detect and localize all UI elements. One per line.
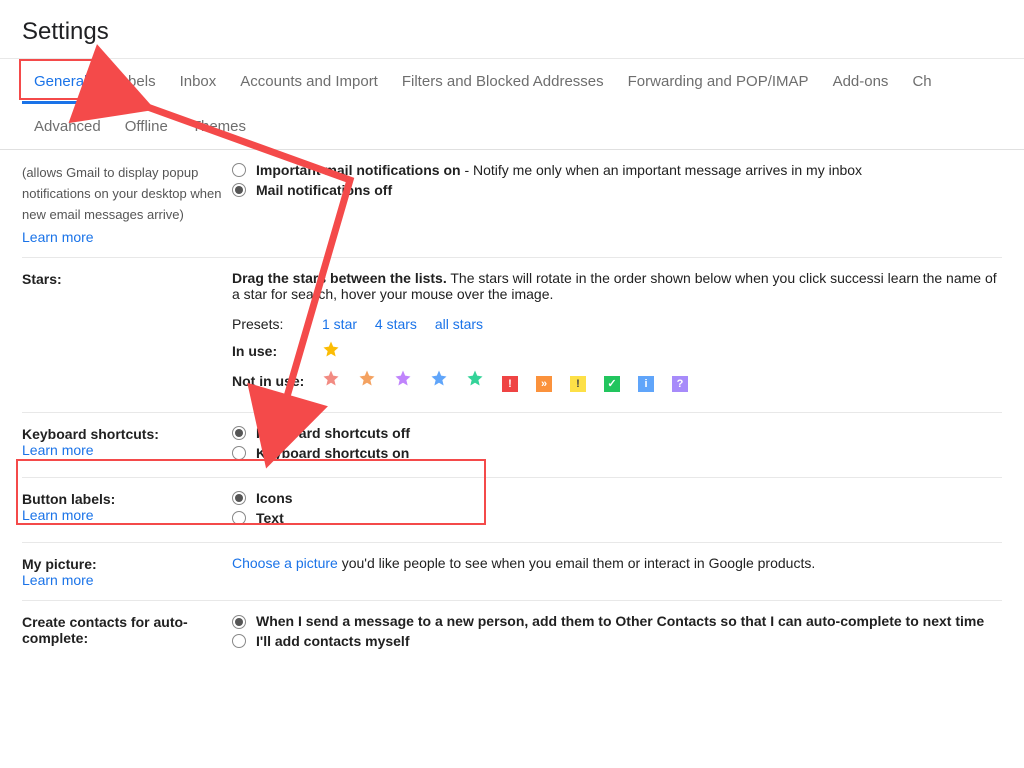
learn-more-link[interactable]: Learn more bbox=[22, 229, 232, 245]
star-square-icon[interactable]: ! bbox=[570, 376, 586, 392]
star-icon[interactable] bbox=[358, 369, 376, 387]
star-icon[interactable] bbox=[322, 340, 340, 358]
preset-1star[interactable]: 1 star bbox=[322, 316, 357, 332]
star-square-icon[interactable]: i bbox=[638, 376, 654, 392]
radio-icons[interactable]: Icons bbox=[232, 490, 1002, 506]
star-icon[interactable] bbox=[394, 369, 412, 387]
radio-icon bbox=[232, 615, 246, 629]
star-square-icon[interactable]: ✓ bbox=[604, 376, 620, 392]
tab-inbox[interactable]: Inbox bbox=[168, 59, 229, 104]
learn-more-link[interactable]: Learn more bbox=[22, 507, 94, 523]
tab-filters-blocked[interactable]: Filters and Blocked Addresses bbox=[390, 59, 616, 104]
star-square-icon[interactable]: ? bbox=[672, 376, 688, 392]
radio-icon bbox=[232, 491, 246, 505]
section-stars: Stars: Drag the stars between the lists.… bbox=[22, 258, 1002, 413]
radio-icon bbox=[232, 446, 246, 460]
star-square-icon[interactable]: ! bbox=[502, 376, 518, 392]
create-contacts-label: Create contacts for auto-complete: bbox=[22, 614, 188, 646]
tab-chat-truncated[interactable]: Ch bbox=[900, 59, 943, 104]
not-in-use-label: Not in use: bbox=[232, 373, 322, 389]
stars-label: Stars: bbox=[22, 271, 62, 287]
tab-labels[interactable]: Labels bbox=[99, 59, 167, 104]
radio-icon bbox=[232, 634, 246, 648]
presets-label: Presets: bbox=[232, 316, 322, 332]
desktop-notifications-desc: (allows Gmail to display popup notificat… bbox=[22, 163, 232, 225]
learn-more-link[interactable]: Learn more bbox=[22, 572, 94, 588]
star-square-icon[interactable]: » bbox=[536, 376, 552, 392]
tab-addons[interactable]: Add-ons bbox=[821, 59, 901, 104]
radio-keyboard-on[interactable]: Keyboard shortcuts on bbox=[232, 445, 1002, 461]
preset-4stars[interactable]: 4 stars bbox=[375, 316, 417, 332]
star-icon[interactable] bbox=[430, 369, 448, 387]
tab-forwarding-pop-imap[interactable]: Forwarding and POP/IMAP bbox=[616, 59, 821, 104]
star-icon[interactable] bbox=[466, 369, 484, 387]
settings-tabs: General Labels Inbox Accounts and Import… bbox=[0, 59, 1024, 150]
radio-autocontacts-off[interactable]: I'll add contacts myself bbox=[232, 633, 1002, 649]
radio-text[interactable]: Text bbox=[232, 510, 1002, 526]
star-icon[interactable] bbox=[322, 369, 340, 387]
section-desktop-notifications: (allows Gmail to display popup notificat… bbox=[22, 150, 1002, 258]
preset-allstars[interactable]: all stars bbox=[435, 316, 483, 332]
tab-offline[interactable]: Offline bbox=[113, 104, 180, 149]
tab-accounts-import[interactable]: Accounts and Import bbox=[228, 59, 390, 104]
choose-picture-link[interactable]: Choose a picture bbox=[232, 555, 338, 571]
radio-keyboard-off[interactable]: Keyboard shortcuts off bbox=[232, 425, 1002, 441]
radio-mail-notifications-off[interactable]: Mail notifications off bbox=[232, 182, 1002, 198]
radio-icon bbox=[232, 163, 246, 177]
in-use-label: In use: bbox=[232, 343, 322, 359]
radio-icon bbox=[232, 511, 246, 525]
tab-general[interactable]: General bbox=[22, 59, 99, 104]
radio-important-mail-on[interactable]: Important mail notifications on - Notify… bbox=[232, 162, 1002, 178]
section-my-picture: My picture: Learn more Choose a picture … bbox=[22, 543, 1002, 601]
radio-icon bbox=[232, 426, 246, 440]
picture-desc: you'd like people to see when you email … bbox=[338, 555, 815, 571]
button-labels-label: Button labels: bbox=[22, 491, 115, 507]
section-keyboard-shortcuts: Keyboard shortcuts: Learn more Keyboard … bbox=[22, 413, 1002, 478]
page-title: Settings bbox=[0, 0, 1024, 59]
section-button-labels: Button labels: Learn more Icons Text bbox=[22, 478, 1002, 543]
tab-advanced[interactable]: Advanced bbox=[22, 104, 113, 149]
my-picture-label: My picture: bbox=[22, 556, 97, 572]
learn-more-link[interactable]: Learn more bbox=[22, 442, 94, 458]
radio-autocontacts-on[interactable]: When I send a message to a new person, a… bbox=[232, 613, 1002, 629]
tab-themes[interactable]: Themes bbox=[180, 104, 258, 149]
section-create-contacts: Create contacts for auto-complete: When … bbox=[22, 601, 1002, 665]
stars-drag-bold: Drag the stars between the lists. bbox=[232, 270, 447, 286]
radio-icon bbox=[232, 183, 246, 197]
keyboard-label: Keyboard shortcuts: bbox=[22, 426, 159, 442]
